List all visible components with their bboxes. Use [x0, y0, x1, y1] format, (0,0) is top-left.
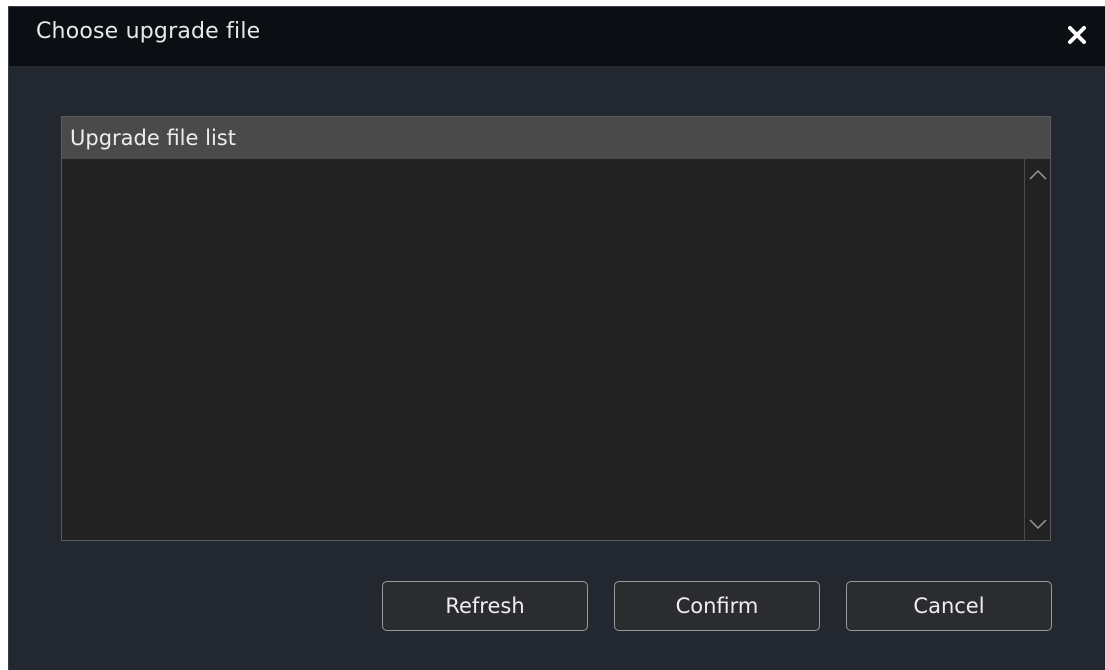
- refresh-button[interactable]: Refresh: [382, 581, 588, 631]
- chevron-up-icon: [1028, 169, 1047, 180]
- chevron-down-icon: [1028, 519, 1047, 530]
- upgrade-file-dialog: Choose upgrade file Upgrade file list Re…: [8, 6, 1105, 670]
- vertical-scrollbar[interactable]: [1024, 159, 1050, 540]
- scroll-up-button[interactable]: [1025, 163, 1050, 187]
- cancel-button[interactable]: Cancel: [846, 581, 1052, 631]
- upgrade-file-list[interactable]: Upgrade file list: [61, 116, 1051, 541]
- confirm-button[interactable]: Confirm: [614, 581, 820, 631]
- list-body[interactable]: [62, 159, 1024, 540]
- close-button[interactable]: [1059, 17, 1095, 53]
- close-icon: [1068, 26, 1086, 44]
- list-header-label: Upgrade file list: [70, 126, 236, 150]
- scroll-down-button[interactable]: [1025, 512, 1050, 536]
- list-header: Upgrade file list: [62, 117, 1050, 159]
- dialog-title-bar: Choose upgrade file: [9, 7, 1105, 66]
- dialog-title: Choose upgrade file: [36, 19, 261, 44]
